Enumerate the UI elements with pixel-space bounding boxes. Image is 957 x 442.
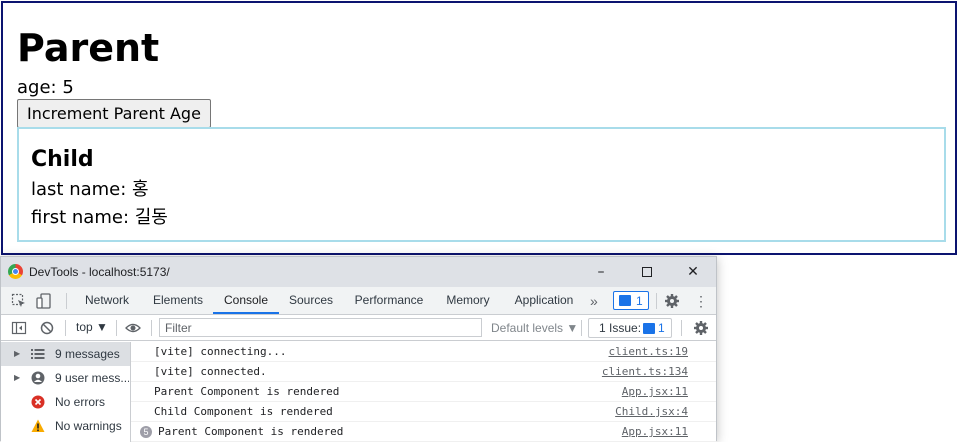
sidebar-item-user-messages[interactable]: ▶ 9 user mess... xyxy=(1,366,130,390)
toolbar-divider xyxy=(116,320,117,336)
tab-console[interactable]: Console xyxy=(213,287,279,314)
messages-badge-count: 1 xyxy=(636,294,643,308)
tab-memory[interactable]: Memory xyxy=(441,287,495,314)
sidebar-item-errors[interactable]: No errors xyxy=(1,390,130,414)
log-source-link[interactable]: Child.jsx:4 xyxy=(615,402,688,422)
log-message: Parent Component is rendered xyxy=(158,425,344,438)
sidebar-item-label: 9 user mess... xyxy=(55,371,129,385)
console-settings-gear-icon[interactable] xyxy=(693,320,709,336)
log-source-link[interactable]: App.jsx:11 xyxy=(622,422,688,442)
live-expression-eye-icon[interactable] xyxy=(125,320,141,336)
sidebar-item-label: No warnings xyxy=(55,419,122,433)
settings-gear-icon[interactable] xyxy=(664,293,680,309)
log-levels-dropdown[interactable]: Default levels ▼ xyxy=(491,321,578,335)
toolbar-divider xyxy=(581,320,582,336)
minimize-button[interactable]: – xyxy=(578,257,624,287)
child-component: Child last name: 홍 first name: 길동 xyxy=(17,127,946,242)
log-message: [vite] connected. xyxy=(154,365,267,378)
log-entry: 5 Parent Component is rendered App.jsx:1… xyxy=(131,422,716,442)
console-log-area: [vite] connecting... client.ts:19 [vite]… xyxy=(131,342,716,442)
child-title: Child xyxy=(31,147,94,172)
parent-component: Parent age: 5 Increment Parent Age Child… xyxy=(1,1,957,255)
inspect-element-icon[interactable] xyxy=(11,293,27,309)
console-filter-input[interactable] xyxy=(159,318,482,337)
issues-button[interactable]: 1 Issue: 1 xyxy=(588,318,672,338)
log-message: Parent Component is rendered xyxy=(154,385,340,398)
more-tabs-icon[interactable]: » xyxy=(590,293,598,309)
log-message: Child Component is rendered xyxy=(154,405,333,418)
parent-title: Parent xyxy=(17,26,160,70)
console-sidebar: ▶ 9 messages ▶ 9 user mess... No errors … xyxy=(1,342,131,442)
log-entry: [vite] connected. client.ts:134 xyxy=(131,362,716,382)
toolbar-divider xyxy=(656,293,657,309)
toolbar-divider xyxy=(65,320,66,336)
issues-count: 1 xyxy=(658,321,665,335)
expand-arrow-icon[interactable]: ▶ xyxy=(14,366,20,390)
sidebar-item-messages[interactable]: ▶ 9 messages xyxy=(1,342,130,366)
log-entry: [vite] connecting... client.ts:19 xyxy=(131,342,716,362)
sidebar-item-label: No errors xyxy=(55,395,106,409)
warning-icon xyxy=(31,419,45,432)
issue-bubble-icon xyxy=(643,323,656,335)
error-icon xyxy=(31,395,45,409)
messages-badge[interactable]: 1 xyxy=(613,291,649,310)
clear-console-icon[interactable] xyxy=(39,320,55,336)
tab-network[interactable]: Network xyxy=(79,287,135,314)
console-toolbar: top ▼ Default levels ▼ 1 Issue: 1 xyxy=(1,315,716,341)
log-entry: Child Component is rendered Child.jsx:4 xyxy=(131,402,716,422)
maximize-button[interactable] xyxy=(624,257,670,287)
expand-arrow-icon[interactable]: ▶ xyxy=(14,342,20,366)
issues-label: 1 Issue: xyxy=(599,321,642,335)
tab-sources[interactable]: Sources xyxy=(284,287,338,314)
toolbar-divider xyxy=(66,293,67,309)
devtools-titlebar[interactable]: DevTools - localhost:5173/ – ✕ xyxy=(1,257,716,287)
devtools-window-title: DevTools - localhost:5173/ xyxy=(29,265,170,279)
log-source-link[interactable]: App.jsx:11 xyxy=(622,382,688,402)
user-icon xyxy=(31,371,45,385)
context-selector[interactable]: top ▼ xyxy=(76,320,108,334)
log-source-link[interactable]: client.ts:19 xyxy=(609,342,688,362)
more-options-icon[interactable]: ⋮ xyxy=(693,292,709,310)
tab-performance[interactable]: Performance xyxy=(350,287,428,314)
devtools-tab-bar: Network Elements Console Sources Perform… xyxy=(1,287,716,315)
log-entry: Parent Component is rendered App.jsx:11 xyxy=(131,382,716,402)
maximize-icon xyxy=(642,267,652,277)
child-first-name: first name: 길동 xyxy=(31,207,168,228)
message-bubble-icon xyxy=(619,295,631,306)
device-toolbar-icon[interactable] xyxy=(36,293,52,309)
list-icon xyxy=(31,349,45,359)
devtools-window: DevTools - localhost:5173/ – ✕ Network E… xyxy=(0,256,717,442)
sidebar-item-warnings[interactable]: No warnings xyxy=(1,414,130,438)
log-source-link[interactable]: client.ts:134 xyxy=(602,362,688,382)
tab-elements[interactable]: Elements xyxy=(147,287,209,314)
sidebar-item-label: 9 messages xyxy=(55,347,120,361)
tab-application[interactable]: Application xyxy=(509,287,579,314)
toolbar-divider xyxy=(681,320,682,336)
toolbar-divider xyxy=(151,320,152,336)
repeat-count-badge: 5 xyxy=(140,426,152,438)
chrome-icon xyxy=(8,264,23,279)
child-last-name: last name: 홍 xyxy=(31,179,149,200)
sidebar-toggle-icon[interactable] xyxy=(11,320,27,336)
increment-parent-age-button[interactable]: Increment Parent Age xyxy=(17,99,211,128)
log-message: [vite] connecting... xyxy=(154,345,287,358)
close-button[interactable]: ✕ xyxy=(670,257,716,287)
parent-age: age: 5 xyxy=(17,77,74,98)
